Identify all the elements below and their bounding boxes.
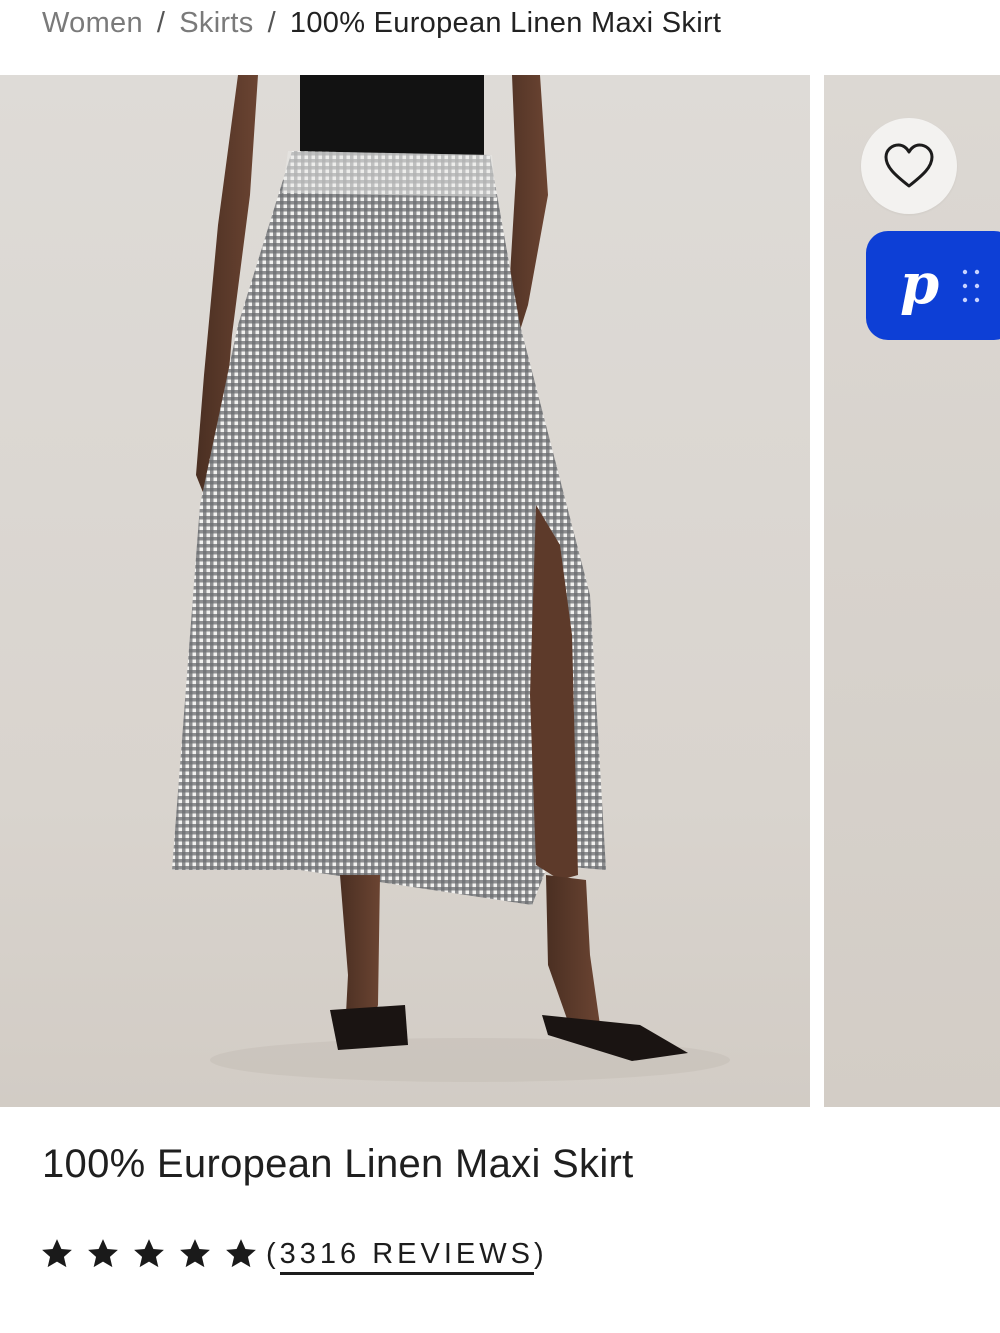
reviews-close-paren: ) xyxy=(534,1237,548,1270)
star-filled-icon xyxy=(88,1239,118,1268)
breadcrumb-link-women[interactable]: Women xyxy=(42,7,143,40)
star-rating xyxy=(40,1237,258,1271)
product-image-next[interactable] xyxy=(824,75,1000,1107)
product-photo xyxy=(172,75,730,1082)
reviews-open-paren: ( xyxy=(266,1237,280,1270)
star-filled-icon xyxy=(134,1239,164,1268)
product-image-main[interactable] xyxy=(0,75,810,1107)
product-title: 100% European Linen Maxi Skirt xyxy=(42,1142,634,1186)
product-page: Women / Skirts / 100% European Linen Max… xyxy=(0,0,1000,1333)
drag-dots-icon[interactable] xyxy=(961,268,983,304)
product-image-carousel[interactable] xyxy=(0,75,1000,1107)
breadcrumb-link-skirts[interactable]: Skirts xyxy=(179,7,253,40)
product-rating: (3316 REVIEWS) xyxy=(40,1232,548,1276)
promo-widget[interactable]: p xyxy=(866,231,1000,340)
breadcrumb-current: 100% European Linen Maxi Skirt xyxy=(289,6,722,39)
star-filled-icon xyxy=(226,1239,256,1268)
star-filled-icon xyxy=(180,1239,210,1268)
heart-outline-icon xyxy=(884,143,934,188)
favorite-button[interactable] xyxy=(861,118,957,214)
star-filled-icon xyxy=(42,1239,72,1268)
breadcrumb-separator: / xyxy=(267,6,276,39)
reviews-link[interactable]: (3316 REVIEWS) xyxy=(266,1237,548,1275)
breadcrumb-separator: / xyxy=(156,6,166,39)
breadcrumb: Women / Skirts / 100% European Linen Max… xyxy=(42,0,721,46)
promo-widget-logo: p xyxy=(900,250,940,317)
reviews-count: 3316 REVIEWS xyxy=(279,1237,534,1275)
